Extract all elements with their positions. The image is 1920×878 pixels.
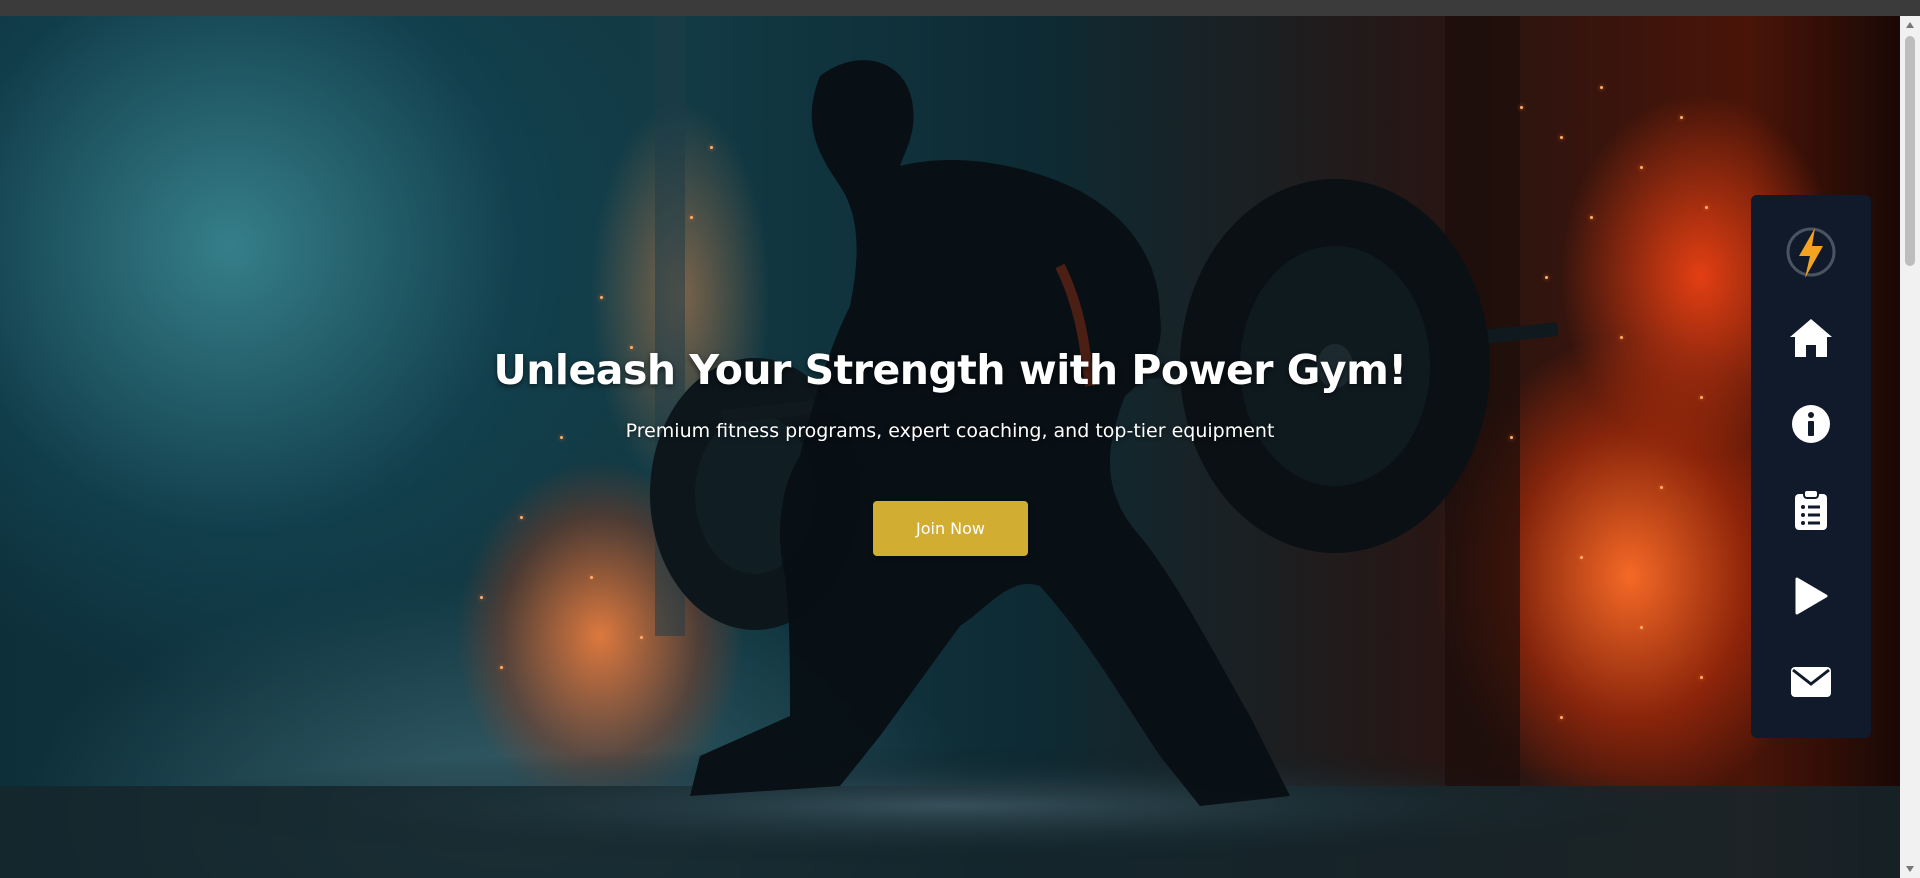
side-navigation	[1751, 195, 1871, 738]
home-icon	[1790, 319, 1832, 358]
scroll-up-arrow-icon[interactable]	[1900, 16, 1920, 34]
hero-subtitle: Premium fitness programs, expert coachin…	[625, 420, 1275, 442]
clipboard-list-icon	[1795, 488, 1827, 530]
nav-contact[interactable]	[1781, 652, 1841, 711]
hero-section: Unleash Your Strength with Power Gym! Pr…	[0, 16, 1900, 878]
nav-about[interactable]	[1781, 395, 1841, 454]
nav-programs[interactable]	[1781, 480, 1841, 539]
lightning-logo-icon	[1786, 227, 1836, 279]
scrollbar-thumb[interactable]	[1905, 36, 1915, 266]
hero-title: Unleash Your Strength with Power Gym!	[493, 346, 1407, 394]
page-scrollbar[interactable]	[1900, 16, 1920, 878]
play-icon	[1795, 577, 1828, 615]
nav-videos[interactable]	[1781, 566, 1841, 625]
envelope-icon	[1791, 666, 1831, 697]
hero-content: Unleash Your Strength with Power Gym! Pr…	[0, 16, 1900, 878]
nav-logo[interactable]	[1781, 223, 1841, 282]
browser-top-strip	[0, 0, 1920, 16]
join-now-button[interactable]: Join Now	[873, 501, 1028, 556]
scroll-down-arrow-icon[interactable]	[1900, 860, 1920, 878]
info-icon	[1792, 405, 1830, 444]
nav-home[interactable]	[1781, 309, 1841, 368]
